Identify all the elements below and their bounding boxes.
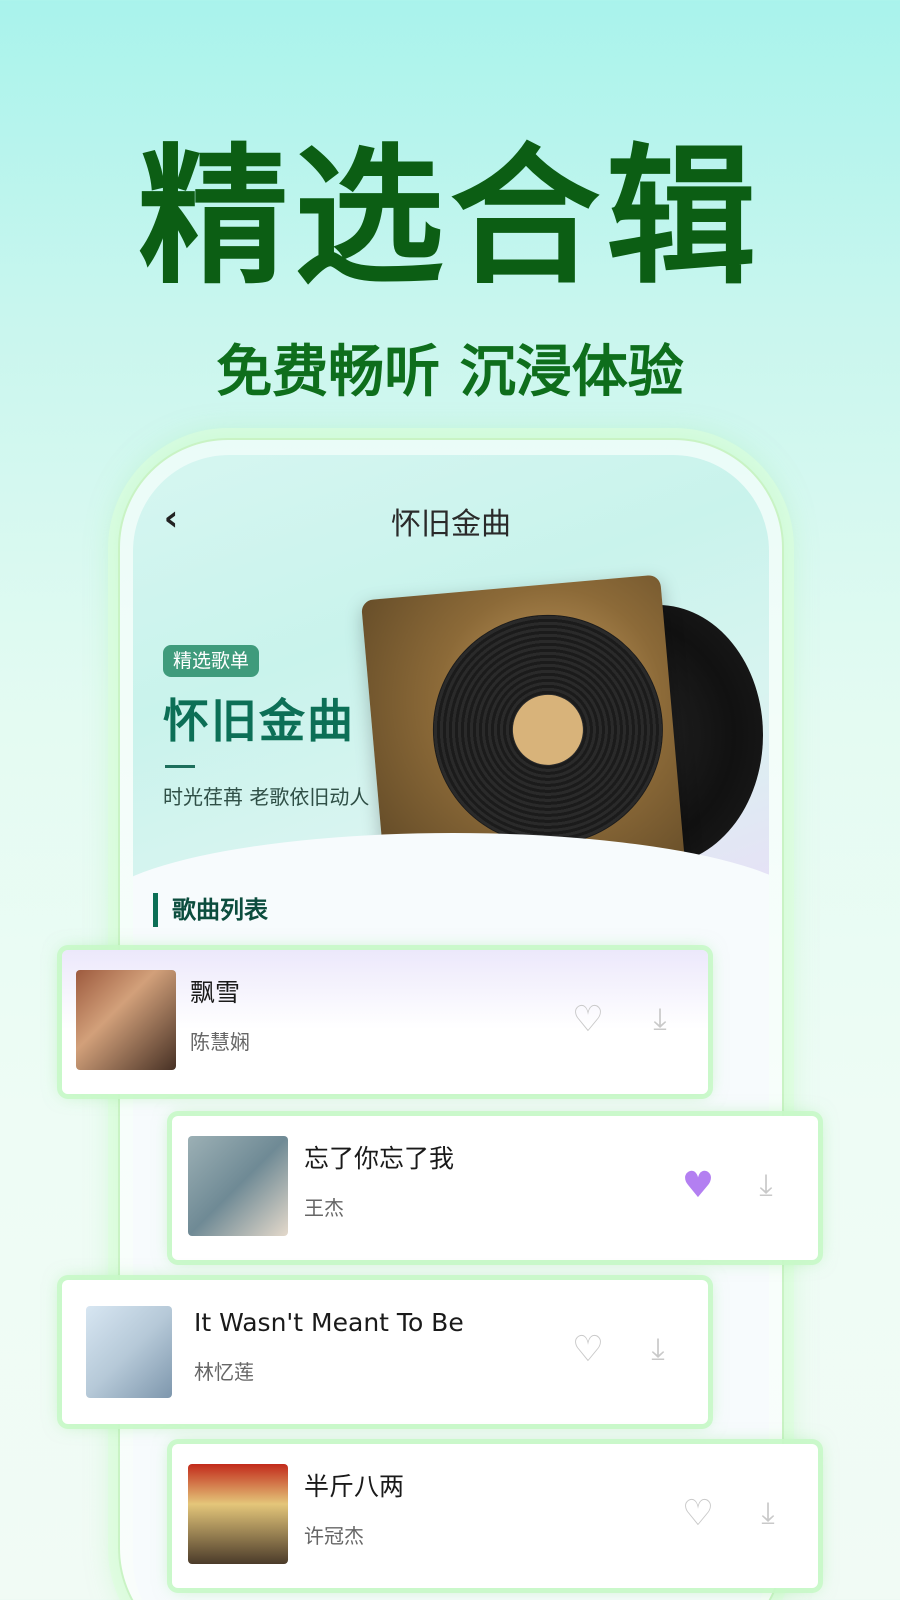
heart-icon[interactable]: ♥ — [678, 1166, 718, 1206]
song-title: 半斤八两 — [304, 1472, 405, 1501]
song-row[interactable]: 飘雪 陈慧娴 ♡ ⤓ — [62, 950, 708, 1094]
heart-icon[interactable]: ♡ — [568, 1000, 608, 1040]
promo-subline: 免费畅听 沉浸体验 — [216, 340, 684, 405]
song-row[interactable]: 半斤八两 许冠杰 ♡ ⤓ — [172, 1444, 818, 1588]
hero-divider — [165, 765, 195, 768]
song-cover-image — [188, 1136, 288, 1236]
song-artist: 王杰 — [304, 1196, 344, 1220]
download-icon[interactable]: ⤓ — [748, 1494, 788, 1534]
song-cover-image — [86, 1306, 172, 1398]
heart-icon[interactable]: ♡ — [678, 1494, 718, 1534]
song-artist: 许冠杰 — [304, 1524, 364, 1548]
download-icon[interactable]: ⤓ — [746, 1166, 786, 1206]
heart-icon[interactable]: ♡ — [568, 1330, 608, 1370]
song-title: It Wasn't Meant To Be — [194, 1308, 464, 1337]
promo-headline: 精选合辑 — [137, 131, 762, 305]
song-title: 忘了你忘了我 — [304, 1144, 455, 1173]
page-title: 怀旧金曲 — [391, 507, 511, 542]
song-title: 飘雪 — [190, 978, 241, 1007]
download-icon[interactable]: ⤓ — [640, 1000, 680, 1040]
download-icon[interactable]: ⤓ — [638, 1330, 678, 1370]
song-row[interactable]: 忘了你忘了我 王杰 ♥ ⤓ — [172, 1116, 818, 1260]
playlist-tag: 精选歌单 — [163, 645, 260, 677]
song-artist: 林忆莲 — [194, 1360, 254, 1384]
hero-title: 怀旧金曲 — [163, 694, 355, 748]
hero-subtitle: 时光荏苒 老歌依旧动人 — [163, 785, 370, 809]
section-title: 歌曲列表 — [153, 893, 268, 927]
song-row[interactable]: It Wasn't Meant To Be 林忆莲 ♡ ⤓ — [62, 1280, 708, 1424]
song-cover-image — [76, 970, 176, 1070]
song-cover-image — [188, 1464, 288, 1564]
song-artist: 陈慧娴 — [190, 1030, 250, 1054]
